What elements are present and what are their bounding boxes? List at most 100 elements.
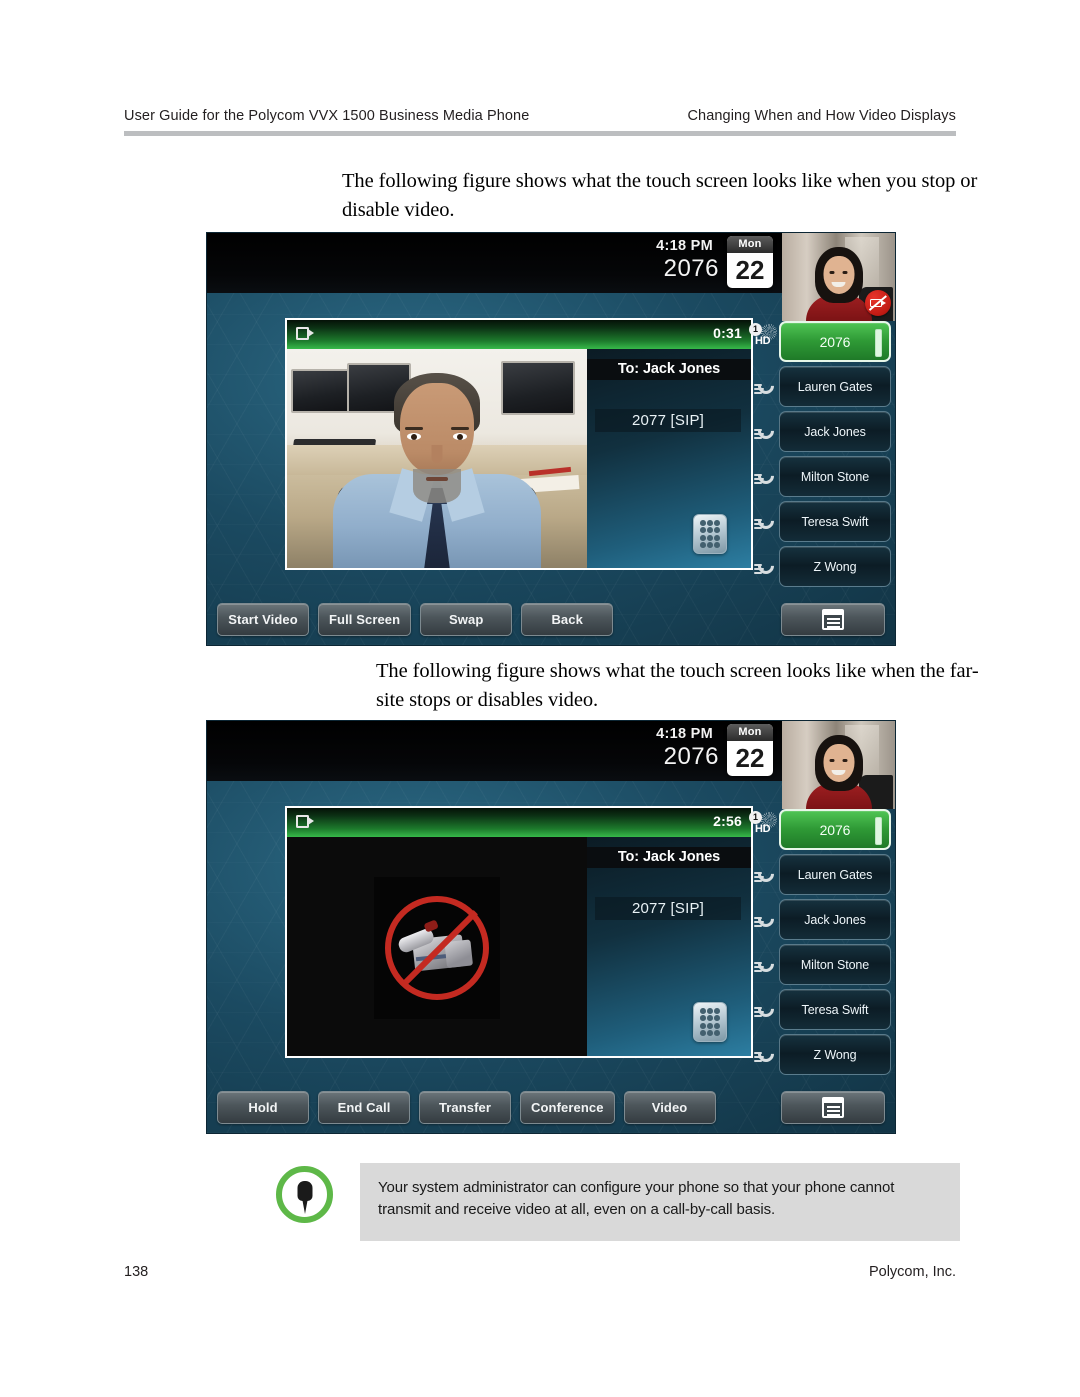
fig1-line-key-1[interactable]: Lauren Gates [754, 366, 891, 407]
handset-icon [754, 907, 778, 932]
handset-icon [754, 509, 778, 534]
prohibition-slash-icon [385, 895, 489, 1000]
fig1-far-end-video[interactable] [287, 349, 587, 568]
person-nose [431, 445, 443, 463]
fig1-call-timer: 0:31 [713, 325, 742, 341]
fig1-softkey-start-video[interactable]: Start Video [217, 603, 309, 636]
fig2-softkey-end-call[interactable]: End Call [318, 1091, 410, 1124]
video-camera-icon [296, 815, 314, 828]
camera-lens [308, 817, 314, 825]
admin-note-body: Your system administrator can configure … [360, 1163, 960, 1241]
fig2-line-key-4[interactable]: Teresa Swift [754, 989, 891, 1030]
page-number: 138 [124, 1264, 149, 1280]
fig2-softkey-video[interactable]: Video [623, 1091, 716, 1124]
fig1-office-background [287, 349, 587, 568]
fig1-line-key-5-label: Z Wong [813, 559, 857, 574]
fig1-call-body: To: Jack Jones 2077 [SIP] [287, 349, 751, 568]
fig1-pip-mouth [831, 281, 846, 287]
fig2-pip-eye-left [829, 759, 835, 762]
header-title-right: Changing When and How Video Displays [687, 108, 956, 124]
fig2-call-to-number: 2077 [SIP] [595, 897, 741, 920]
person-eye-right [453, 433, 467, 440]
handset-icon [754, 952, 778, 977]
fig1-line-key-3[interactable]: Milton Stone [754, 456, 891, 497]
fig1-line-key-1-label: Lauren Gates [797, 379, 873, 394]
menu-icon [822, 1097, 844, 1118]
fig2-softkey-hold[interactable]: Hold [217, 1091, 309, 1124]
fig2-call-timer: 2:56 [713, 813, 742, 829]
video-off-badge-icon [865, 290, 891, 316]
footer-company: Polycom, Inc. [868, 1264, 956, 1280]
fig2-line-key-5[interactable]: Z Wong [754, 1034, 891, 1075]
fig1-line-key-4[interactable]: Teresa Swift [754, 501, 891, 542]
fig2-call-body: To: Jack Jones 2077 [SIP] [287, 837, 751, 1056]
fig1-hd-label: HD [755, 335, 771, 347]
fig1-soft-key-bar: Start Video Full Screen Swap Back [217, 603, 885, 636]
video-camera-icon [296, 327, 314, 340]
handset-icon [754, 997, 778, 1022]
fig2-line-key-0[interactable]: 2076 [779, 809, 891, 850]
fig1-call-to-number: 2077 [SIP] [595, 409, 741, 432]
pushpin-needle [301, 1198, 308, 1214]
camera-prohibited-icon [374, 876, 500, 1019]
pushpin-icon [276, 1166, 333, 1223]
admin-note-text: Your system administrator can configure … [378, 1179, 895, 1218]
fig1-pip-eye-right [842, 271, 848, 274]
fig2-line-key-3[interactable]: Milton Stone [754, 944, 891, 985]
fig1-call-info-panel: To: Jack Jones 2077 [SIP] [587, 349, 751, 568]
fig1-call-window: 0:31 To: Jack Jones 2077 [SIP] [285, 318, 753, 570]
handset-icon [754, 464, 778, 489]
fig2-call-info-panel: To: Jack Jones 2077 [SIP] [587, 837, 751, 1056]
fig2-calendar-day: 22 [735, 743, 765, 773]
handset-icon [754, 862, 778, 887]
fig2-line-key-column: 2076 Lauren Gates Jack Jones Milton Ston… [754, 809, 891, 1079]
fig1-line-key-5[interactable]: Z Wong [754, 546, 891, 587]
fig1-line-key-2[interactable]: Jack Jones [754, 411, 891, 452]
monitor-icon [291, 369, 349, 413]
fig1-line-key-2-label: Jack Jones [804, 424, 866, 439]
fig2-pip-self-view[interactable] [782, 721, 895, 809]
fig2-status-extension: 2076 [663, 743, 719, 770]
fig2-line-key-2[interactable]: Jack Jones [754, 899, 891, 940]
fig1-softkey-back[interactable]: Back [521, 603, 614, 636]
fig2-pip-eye-right [842, 759, 848, 762]
fig1-softkey-full-screen[interactable]: Full Screen [318, 603, 412, 636]
line-active-bar-icon [875, 329, 882, 357]
keypad-icon[interactable] [693, 514, 727, 554]
camera-lens [308, 329, 314, 337]
fig2-far-end-video-placeholder[interactable] [287, 837, 587, 1056]
fig2-softkey-transfer[interactable]: Transfer [419, 1091, 511, 1124]
fig1-pip-self-view[interactable] [782, 233, 895, 321]
fig1-call-titlebar: 0:31 [287, 320, 751, 349]
handset-icon [754, 374, 778, 399]
keypad-icon[interactable] [693, 1002, 727, 1042]
fig2-line-key-4-label: Teresa Swift [801, 1002, 869, 1017]
fig1-softkey-swap[interactable]: Swap [420, 603, 513, 636]
fig2-calendar-widget[interactable]: Mon 22 [727, 724, 773, 776]
fig1-call-to-label: To: Jack Jones [587, 359, 751, 380]
fig1-pip-eye-left [829, 271, 835, 274]
fig2-calendar-weekday: Mon [727, 724, 773, 741]
page-header: User Guide for the Polycom VVX 1500 Busi… [124, 108, 956, 124]
monitor-icon [501, 361, 575, 415]
fig2-softkey-menu[interactable] [781, 1091, 885, 1124]
keypad-dot-grid [700, 520, 720, 548]
figure-near-end-video-stopped: 4:18 PM 2076 Mon 22 0:31 To: Jack Jones … [206, 232, 896, 646]
person-beard [413, 469, 461, 503]
keypad-dot-grid [700, 1008, 720, 1036]
fig2-pip-face [823, 743, 854, 782]
handset-icon [754, 554, 778, 579]
fig1-status-extension: 2076 [663, 255, 719, 282]
fig1-line-key-0[interactable]: 2076 [779, 321, 891, 362]
fig2-line-key-1[interactable]: Lauren Gates [754, 854, 891, 895]
fig2-hd-indicator: 1 HD [749, 811, 777, 843]
fig1-line-key-column: 2076 Lauren Gates Jack Jones Milton Ston… [754, 321, 891, 591]
fig1-calendar-widget[interactable]: Mon 22 [727, 236, 773, 288]
fig1-softkey-menu[interactable] [781, 603, 885, 636]
fig2-softkey-conference[interactable]: Conference [520, 1091, 615, 1124]
fig1-status-time: 4:18 PM [656, 238, 713, 254]
admin-note-callout: Your system administrator can configure … [276, 1163, 960, 1241]
person-brow-left [405, 427, 423, 430]
fig1-calendar-day: 22 [735, 255, 765, 285]
person-brow-right [451, 427, 469, 430]
